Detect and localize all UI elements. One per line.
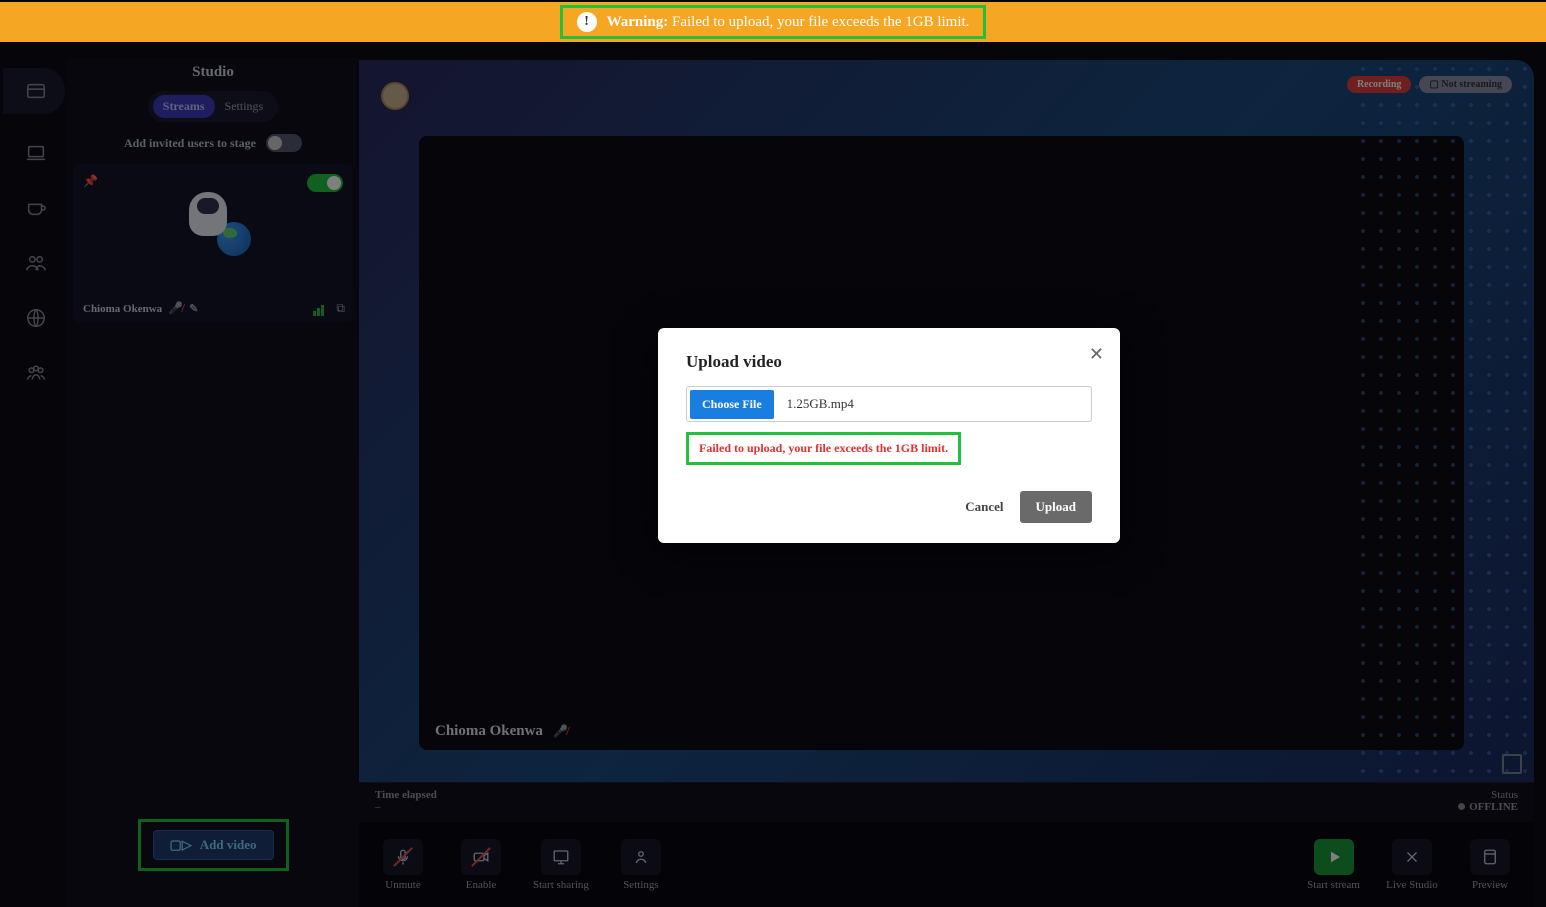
upload-error-text: Failed to upload, your file exceeds the … — [699, 441, 948, 456]
upload-button[interactable]: Upload — [1020, 491, 1092, 523]
status-bar: Time elapsed – Status OFFLINE — [359, 782, 1534, 822]
modal-title: Upload video — [686, 352, 1092, 372]
live-studio-button[interactable]: Live Studio — [1386, 839, 1438, 891]
status-value: OFFLINE — [1458, 801, 1518, 813]
start-stream-button[interactable]: Start stream — [1307, 839, 1360, 891]
upload-error-highlight: Failed to upload, your file exceeds the … — [686, 432, 961, 465]
recording-badge: Recording — [1347, 76, 1411, 93]
upload-video-modal: ✕ Upload video Choose File 1.25GB.mp4 Fa… — [658, 328, 1120, 543]
fullscreen-icon[interactable] — [1502, 754, 1522, 774]
add-video-button[interactable]: ▢▷ Add video — [153, 830, 274, 860]
participant-visible-toggle[interactable] — [307, 174, 343, 192]
preview-button[interactable]: Preview — [1464, 839, 1516, 891]
invite-toggle[interactable] — [266, 134, 302, 152]
status-label: Status — [1458, 789, 1518, 801]
enable-camera-button[interactable]: Enable — [455, 839, 507, 891]
invite-toggle-row: Add invited users to stage — [67, 134, 359, 152]
not-streaming-badge: ▢ Not streaming — [1419, 76, 1512, 93]
warning-banner: ! Warning: Failed to upload, your file e… — [0, 2, 1546, 42]
participant-card[interactable]: 📌 Chioma Okenwa 🎤̸ ✎ ⧉ — [73, 164, 353, 322]
warning-banner-highlight: ! Warning: Failed to upload, your file e… — [560, 5, 987, 39]
participant-name: Chioma Okenwa — [83, 303, 162, 315]
time-elapsed-value: – — [375, 801, 437, 813]
pin-icon[interactable]: 📌 — [83, 174, 98, 189]
stage-mic-muted-icon: 🎤̸ — [553, 724, 568, 739]
studio-title: Studio — [67, 58, 359, 91]
start-sharing-button[interactable]: Start sharing — [533, 839, 589, 891]
rail-coffee-icon[interactable] — [25, 197, 47, 224]
hand-icon[interactable] — [381, 82, 409, 110]
popout-icon[interactable]: ⧉ — [336, 301, 345, 316]
studio-tabs: Streams Settings — [148, 91, 278, 122]
tab-streams[interactable]: Streams — [153, 95, 215, 118]
time-elapsed-label: Time elapsed — [375, 789, 437, 801]
participant-status-icons: ⧉ — [313, 301, 345, 316]
participant-name-row: Chioma Okenwa 🎤̸ ✎ — [83, 301, 198, 316]
participant-avatar — [83, 172, 343, 272]
invite-label: Add invited users to stage — [124, 136, 256, 151]
file-input-row: Choose File 1.25GB.mp4 — [686, 386, 1092, 422]
choose-file-button[interactable]: Choose File — [690, 390, 774, 419]
signal-icon — [313, 301, 324, 316]
unmute-button[interactable]: Unmute — [377, 839, 429, 891]
stage-participant-label: Chioma Okenwa 🎤̸ — [435, 723, 568, 740]
tab-settings[interactable]: Settings — [215, 95, 274, 118]
settings-button[interactable]: Settings — [615, 839, 667, 891]
rail-people-icon[interactable] — [25, 252, 47, 279]
add-video-highlight: ▢▷ Add video — [138, 819, 289, 871]
rail-group-icon[interactable] — [25, 362, 47, 389]
selected-filename: 1.25GB.mp4 — [787, 396, 854, 412]
rail-laptop-icon[interactable] — [25, 142, 47, 169]
bottom-toolbar: Unmute Enable Start sharing Settings Sta… — [359, 822, 1534, 907]
rail-globe-icon[interactable] — [25, 307, 47, 334]
cancel-button[interactable]: Cancel — [965, 499, 1003, 515]
warning-text: Warning: Failed to upload, your file exc… — [607, 14, 970, 31]
left-icon-rail — [5, 58, 67, 907]
video-icon: ▢▷ — [170, 837, 192, 853]
mic-muted-icon: 🎤̸ — [168, 301, 183, 316]
rail-studio-icon[interactable] — [3, 68, 65, 114]
edit-icon[interactable]: ✎ — [189, 302, 198, 315]
warning-icon: ! — [577, 12, 597, 32]
close-icon[interactable]: ✕ — [1089, 344, 1104, 365]
studio-panel: Studio Streams Settings Add invited user… — [67, 58, 359, 907]
